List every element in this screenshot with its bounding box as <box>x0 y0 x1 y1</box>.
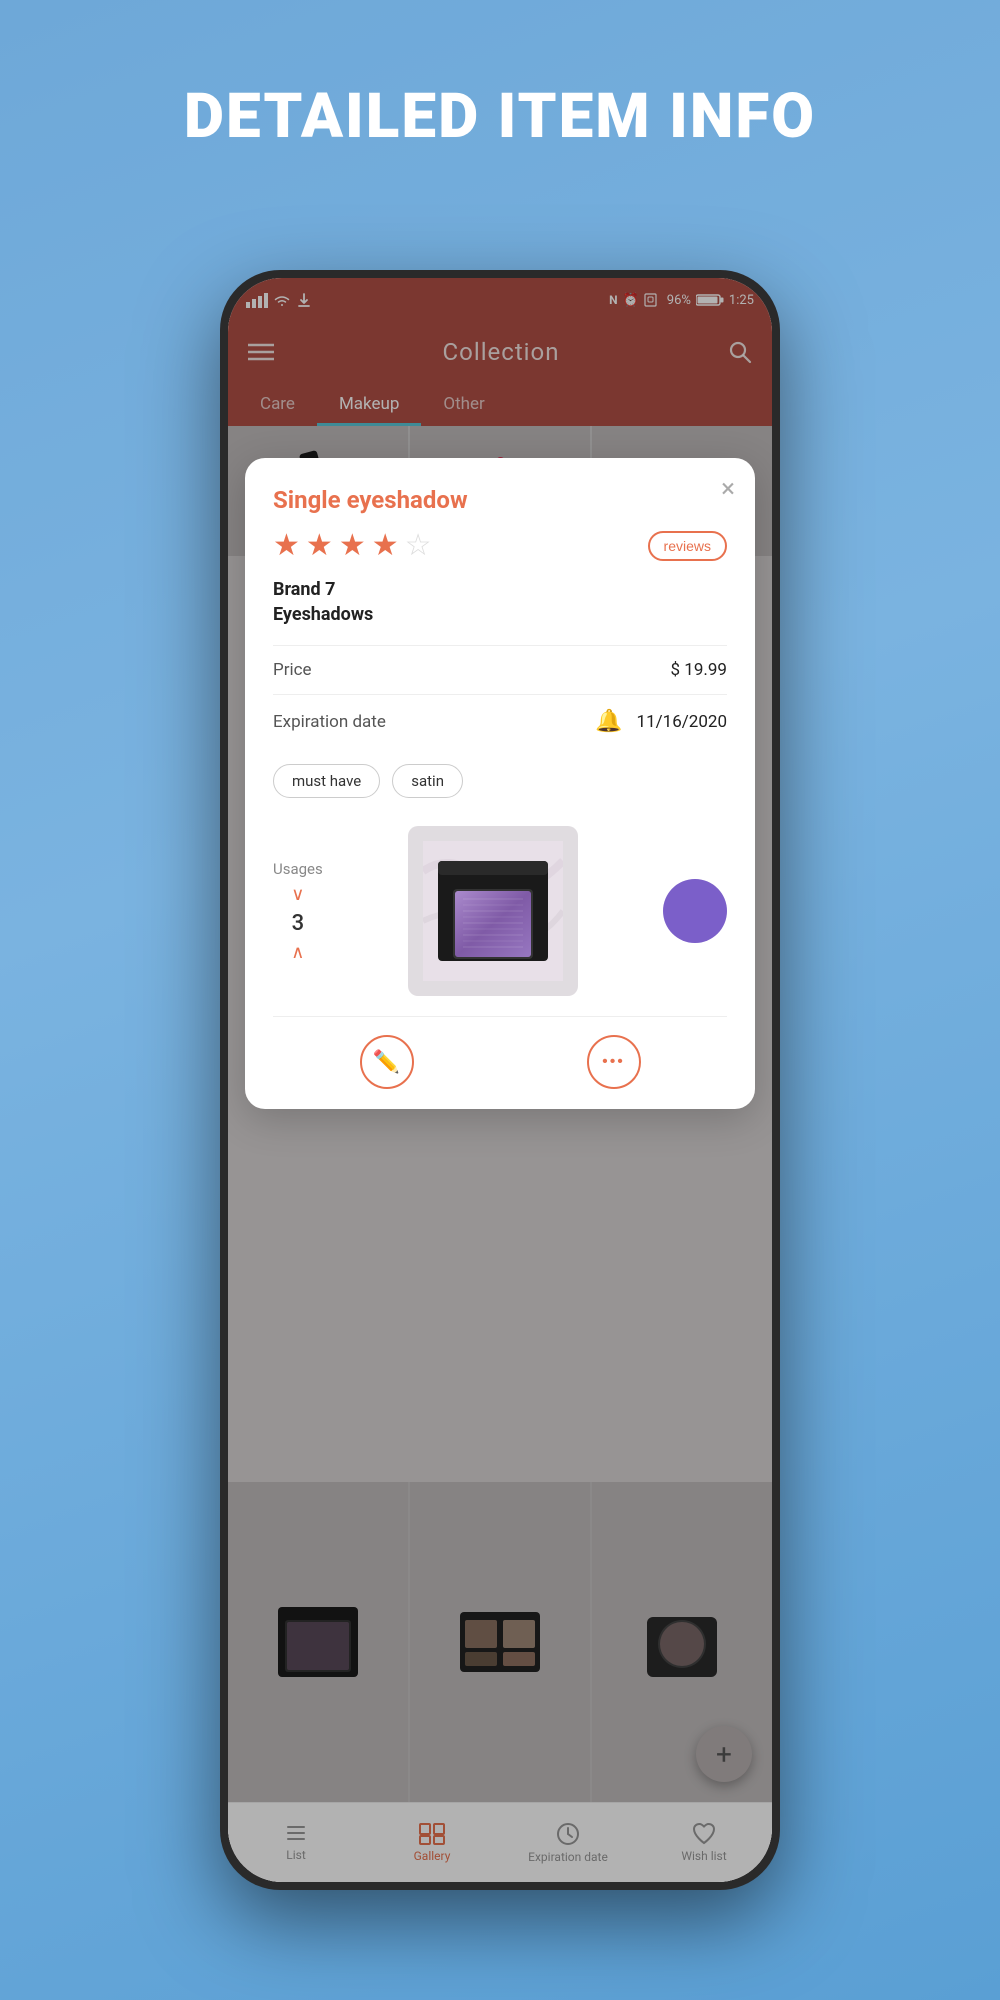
item-detail-modal: × Single eyeshadow ★ ★ ★ ★ ☆ reviews Bra… <box>245 458 755 1109</box>
bell-icon[interactable]: 🔔 <box>595 709 622 734</box>
more-icon: ••• <box>602 1053 625 1071</box>
usages-label: Usages <box>273 860 323 878</box>
tag-must-have: must have <box>273 764 380 798</box>
usages-down-chevron[interactable]: ∨ <box>291 884 304 905</box>
eyeshadow-svg <box>423 841 563 981</box>
tag-satin: satin <box>392 764 463 798</box>
edit-icon: ✏️ <box>373 1049 400 1075</box>
star-2: ★ <box>306 528 333 563</box>
modal-actions: ✏️ ••• <box>273 1016 727 1089</box>
modal-title: Single eyeshadow <box>273 486 727 514</box>
edit-button[interactable]: ✏️ <box>360 1035 414 1089</box>
price-label: Price <box>273 660 312 680</box>
usages-up-chevron[interactable]: ∧ <box>291 942 304 963</box>
star-4: ★ <box>372 528 399 563</box>
screen-content: N ⏰ 96% 1:25 <box>228 278 772 1882</box>
expiration-date: 11/16/2020 <box>637 712 727 732</box>
expiration-value-row: 🔔 11/16/2020 <box>595 709 727 734</box>
close-button[interactable]: × <box>721 476 735 502</box>
expiration-row: Expiration date 🔔 11/16/2020 <box>273 694 727 748</box>
color-swatch <box>663 879 727 943</box>
star-5: ☆ <box>405 528 432 563</box>
more-button[interactable]: ••• <box>587 1035 641 1089</box>
rating-row: ★ ★ ★ ★ ☆ reviews <box>273 528 727 563</box>
category-name: Eyeshadows <box>273 604 727 625</box>
phone-shell: N ⏰ 96% 1:25 <box>220 270 780 1890</box>
star-1: ★ <box>273 528 300 563</box>
tags-row: must have satin <box>273 748 727 806</box>
usages-image-row: Usages ∨ 3 ∧ <box>273 806 727 1006</box>
usages-value: 3 <box>292 911 305 936</box>
product-image <box>408 826 578 996</box>
usages-control: Usages ∨ 3 ∧ <box>273 860 323 963</box>
phone-screen: N ⏰ 96% 1:25 <box>228 278 772 1882</box>
modal-overlay: × Single eyeshadow ★ ★ ★ ★ ☆ reviews Bra… <box>228 278 772 1882</box>
page-title: DETAILED ITEM INFO <box>0 80 1000 153</box>
brand-name: Brand 7 <box>273 579 727 600</box>
price-row: Price $ 19.99 <box>273 645 727 694</box>
star-3: ★ <box>339 528 366 563</box>
price-value: $ 19.99 <box>671 660 727 680</box>
reviews-button[interactable]: reviews <box>648 531 727 561</box>
expiration-label: Expiration date <box>273 712 386 732</box>
